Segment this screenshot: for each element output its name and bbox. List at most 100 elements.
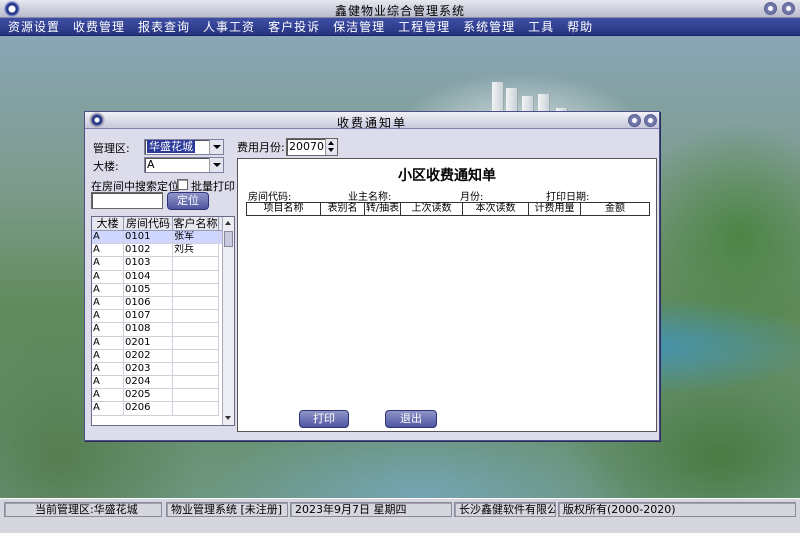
row-customer xyxy=(173,389,219,403)
status-system: 物业管理系统 [未注册] xyxy=(166,502,288,517)
notice-table-header: 项目名称 表别名 转/抽表 上次读数 本次读数 计费用量 金额 xyxy=(246,202,650,216)
row-room-code: 0101 xyxy=(124,231,173,245)
notice-column-last-reading: 上次读数 xyxy=(401,203,463,215)
room-list-row[interactable]: A 0203 xyxy=(92,362,234,377)
row-customer xyxy=(173,402,219,416)
locate-button[interactable]: 定位 xyxy=(167,192,209,210)
area-select[interactable]: 华盛花城 xyxy=(144,139,224,155)
column-header-customer[interactable]: 客户名称 xyxy=(173,217,219,230)
building-selected-value: A xyxy=(147,158,155,171)
row-customer xyxy=(173,323,219,337)
room-list-row[interactable]: A 0206 xyxy=(92,402,234,416)
room-list-scrollbar[interactable] xyxy=(222,217,234,425)
row-room-code: 0201 xyxy=(124,336,173,350)
area-selected-value: 华盛花城 xyxy=(147,140,195,153)
row-building: A xyxy=(92,349,124,363)
print-button[interactable]: 打印 xyxy=(299,410,349,428)
app-title: 鑫健物业综合管理系统 xyxy=(334,4,465,18)
scroll-down-icon[interactable] xyxy=(224,414,233,423)
chevron-down-icon[interactable] xyxy=(209,158,223,172)
room-list-row[interactable]: A 0205 xyxy=(92,389,234,403)
menu-item-hr-payroll[interactable]: 人事工资 xyxy=(203,18,255,35)
row-customer: 刘兵 xyxy=(173,244,219,258)
row-room-code: 0104 xyxy=(124,270,173,284)
room-list-row[interactable]: A 0104 xyxy=(92,270,234,284)
menu-item-help[interactable]: 帮助 xyxy=(567,18,593,35)
row-room-code: 0108 xyxy=(124,323,173,337)
notice-column-meter-type: 转/抽表 xyxy=(365,203,401,215)
area-label: 管理区: xyxy=(93,142,130,155)
row-building: A xyxy=(92,231,124,245)
row-building: A xyxy=(92,283,124,297)
room-list-row[interactable]: A 0107 xyxy=(92,310,234,324)
row-room-code: 0202 xyxy=(124,349,173,363)
room-list-row[interactable]: A 0101 张军 xyxy=(92,231,234,245)
menu-item-resource-settings[interactable]: 资源设置 xyxy=(8,18,60,35)
column-header-room-code[interactable]: 房间代码 xyxy=(124,217,173,230)
room-code-label: 房间代码: xyxy=(248,192,292,203)
batch-print-checkbox[interactable] xyxy=(177,179,188,190)
room-list-row[interactable]: A 0103 xyxy=(92,257,234,271)
row-building: A xyxy=(92,376,124,390)
column-header-building[interactable]: 大楼 xyxy=(92,217,124,230)
menu-item-reports[interactable]: 报表查询 xyxy=(138,18,190,35)
status-copyright: 版权所有(2000-2020) xyxy=(558,502,796,517)
row-building: A xyxy=(92,270,124,284)
stepper-arrows-icon[interactable] xyxy=(325,139,337,155)
notice-preview: 小区收费通知单 房间代码: 业主名称: 月份: 打印日期: 项目名称 表别名 转… xyxy=(237,158,657,432)
menu-item-engineering[interactable]: 工程管理 xyxy=(398,18,450,35)
month-stepper[interactable]: 200707 xyxy=(286,138,338,156)
menu-item-complaints[interactable]: 客户投诉 xyxy=(268,18,320,35)
notice-column-usage: 计费用量 xyxy=(529,203,581,215)
dialog-minimize-icon[interactable] xyxy=(628,114,641,127)
row-customer xyxy=(173,257,219,271)
row-room-code: 0107 xyxy=(124,310,173,324)
building-label: 大楼: xyxy=(93,160,119,173)
month-label: 费用月份: xyxy=(237,141,285,154)
menu-bar: 资源设置 收费管理 报表查询 人事工资 客户投诉 保洁管理 工程管理 系统管理 … xyxy=(0,18,800,36)
dialog-title-bar: 收费通知单 xyxy=(85,112,659,130)
notice-title: 小区收费通知单 xyxy=(398,168,496,184)
row-building: A xyxy=(92,257,124,271)
billing-notice-dialog: 收费通知单 管理区: 华盛花城 大楼: A 在房间中搜索定位 批量打印 定位 费… xyxy=(84,111,660,441)
exit-button[interactable]: 退出 xyxy=(385,410,437,428)
minimize-icon[interactable] xyxy=(764,2,777,15)
dialog-close-icon[interactable] xyxy=(644,114,657,127)
menu-item-system[interactable]: 系统管理 xyxy=(463,18,515,35)
room-list-row[interactable]: A 0108 xyxy=(92,323,234,337)
menu-item-cleaning[interactable]: 保洁管理 xyxy=(333,18,385,35)
row-room-code: 0102 xyxy=(124,244,173,258)
menu-item-billing[interactable]: 收费管理 xyxy=(73,18,125,35)
scroll-thumb[interactable] xyxy=(224,231,233,247)
row-building: A xyxy=(92,296,124,311)
notice-month-label: 月份: xyxy=(460,192,484,203)
row-building: A xyxy=(92,402,124,416)
chevron-down-icon[interactable] xyxy=(209,140,223,154)
notice-column-meter-alias: 表别名 xyxy=(321,203,365,215)
room-list[interactable]: 大楼 房间代码 客户名称 A 0101 张军 A 0102 刘兵 A 0103 A 0104 A 01… xyxy=(91,216,235,426)
app-title-bar: 鑫健物业综合管理系统 xyxy=(0,0,800,18)
room-list-body: A 0101 张军 A 0102 刘兵 A 0103 A 0104 A 0105 A 0106 A 0107 A… xyxy=(92,231,234,416)
row-room-code: 0204 xyxy=(124,376,173,390)
notice-column-item: 项目名称 xyxy=(247,203,321,215)
notice-column-amount: 金额 xyxy=(605,203,625,214)
scroll-up-icon[interactable] xyxy=(224,219,233,228)
room-list-row[interactable]: A 0201 xyxy=(92,336,234,350)
row-room-code: 0105 xyxy=(124,283,173,297)
row-room-code: 0203 xyxy=(124,362,173,377)
row-room-code: 0205 xyxy=(124,389,173,403)
room-list-row[interactable]: A 0106 xyxy=(92,296,234,311)
menu-item-tools[interactable]: 工具 xyxy=(528,18,554,35)
row-customer xyxy=(173,296,219,311)
room-list-row[interactable]: A 0202 xyxy=(92,349,234,363)
room-list-header: 大楼 房间代码 客户名称 xyxy=(92,217,234,231)
close-icon[interactable] xyxy=(782,2,795,15)
room-list-row[interactable]: A 0102 刘兵 xyxy=(92,244,234,258)
row-building: A xyxy=(92,362,124,377)
status-date: 2023年9月7日 星期四 xyxy=(290,502,452,517)
building-select[interactable]: A xyxy=(144,157,224,173)
room-search-input[interactable] xyxy=(91,192,163,209)
room-list-row[interactable]: A 0105 xyxy=(92,283,234,297)
notice-column-current-reading: 本次读数 xyxy=(463,203,529,215)
room-list-row[interactable]: A 0204 xyxy=(92,376,234,390)
